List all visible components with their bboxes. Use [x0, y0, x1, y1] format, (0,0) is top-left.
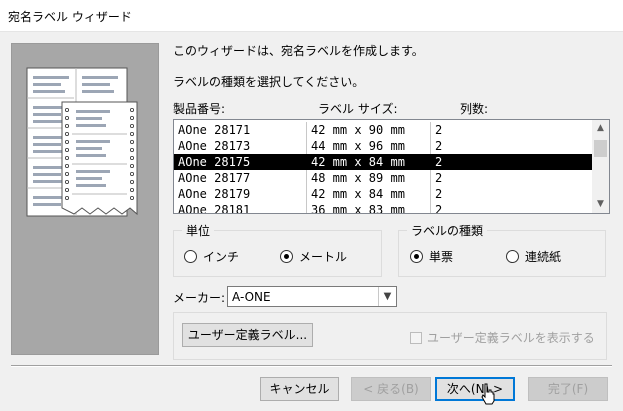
header-product-number: 製品番号: [173, 102, 226, 116]
scrollbar-thumb[interactable] [594, 140, 607, 157]
columns-cell: 2 [435, 155, 443, 169]
scroll-down-arrow-icon[interactable]: ▼ [592, 196, 609, 213]
scroll-up-arrow-icon[interactable]: ▲ [592, 120, 609, 137]
unit-group-legend: 単位 [182, 222, 215, 239]
product-number-cell: AOne 28177 [174, 170, 307, 186]
unit-metric-radio[interactable]: メートル [280, 248, 347, 265]
cancel-button[interactable]: キャンセル [260, 377, 339, 401]
label-rows: AOne 28171 42 mm x 90 mm 2 AOne 28173 44… [174, 122, 592, 214]
product-number-cell: AOne 28171 [174, 122, 307, 138]
label-type-sheet-radio[interactable]: 単票 [410, 248, 453, 265]
window-title: 宛名ラベル ウィザード [8, 10, 132, 24]
radio-indicator-selected [410, 250, 423, 263]
label-size-cell: 42 mm x 90 mm [307, 122, 431, 138]
list-item-selected[interactable]: AOne 28175 42 mm x 84 mm 2 [174, 154, 592, 170]
list-item[interactable]: AOne 28181 36 mm x 83 mm 2 [174, 202, 592, 214]
finish-button[interactable]: 完了(F) [528, 377, 608, 401]
columns-cell: 2 [435, 171, 443, 185]
columns-cell: 2 [435, 203, 443, 214]
product-number-cell: AOne 28175 [174, 154, 307, 170]
radio-indicator [506, 250, 519, 263]
label-type-continuous-radio[interactable]: 連続紙 [506, 248, 561, 265]
next-button[interactable]: 次へ(N) > [435, 377, 515, 401]
list-item[interactable]: AOne 28179 42 mm x 84 mm 2 [174, 186, 592, 202]
show-custom-labels-checkbox[interactable]: ユーザー定義ラベルを表示する [410, 329, 595, 346]
manufacturer-label: メーカー: [173, 291, 226, 305]
checkbox-label: ユーザー定義ラベルを表示する [427, 331, 595, 345]
manufacturer-dropdown[interactable]: A-ONE ▼ [227, 286, 397, 307]
label-size-cell: 44 mm x 96 mm [307, 138, 431, 154]
columns-cell: 2 [435, 139, 443, 153]
list-scrollbar[interactable]: ▲ ▼ [592, 120, 609, 213]
product-number-cell: AOne 28173 [174, 138, 307, 154]
label-size-cell: 42 mm x 84 mm [307, 186, 431, 202]
chevron-down-icon[interactable]: ▼ [378, 287, 396, 306]
unit-inch-radio[interactable]: インチ [184, 248, 239, 265]
radio-label: メートル [299, 250, 348, 264]
checkbox-box [410, 331, 422, 344]
radio-label: インチ [203, 250, 240, 264]
columns-cell: 2 [435, 123, 443, 137]
radio-label: 連続紙 [525, 250, 562, 264]
custom-labels-button[interactable]: ユーザー定義ラベル... [182, 323, 313, 347]
label-size-cell: 42 mm x 84 mm [307, 154, 431, 170]
label-size-cell: 48 mm x 89 mm [307, 170, 431, 186]
label-type-list[interactable]: AOne 28171 42 mm x 90 mm 2 AOne 28173 44… [173, 119, 610, 214]
label-size-cell: 36 mm x 83 mm [307, 202, 431, 213]
radio-indicator-selected [280, 250, 293, 263]
header-label-size: ラベル サイズ: [318, 102, 398, 116]
continuous-label-sheet [61, 101, 138, 216]
hand-cursor-icon [481, 383, 495, 405]
product-number-cell: AOne 28179 [174, 186, 307, 202]
list-item[interactable]: AOne 28173 44 mm x 96 mm 2 [174, 138, 592, 154]
list-item[interactable]: AOne 28171 42 mm x 90 mm 2 [174, 122, 592, 138]
wizard-label-illustration [11, 43, 159, 355]
radio-indicator [184, 250, 197, 263]
list-item[interactable]: AOne 28177 48 mm x 89 mm 2 [174, 170, 592, 186]
label-type-group-legend: ラベルの種類 [407, 222, 488, 239]
columns-cell: 2 [435, 187, 443, 201]
back-button[interactable]: < 戻る(B) [351, 377, 431, 401]
footer-separator [11, 365, 612, 367]
instruction-text: ラベルの種類を選択してください。 [173, 75, 365, 89]
product-number-cell: AOne 28181 [174, 202, 307, 213]
title-bar: 宛名ラベル ウィザード [0, 0, 623, 32]
intro-text: このウィザードは、宛名ラベルを作成します。 [173, 44, 424, 58]
manufacturer-value: A-ONE [232, 290, 271, 304]
header-columns: 列数: [460, 102, 489, 116]
radio-label: 単票 [429, 250, 454, 264]
